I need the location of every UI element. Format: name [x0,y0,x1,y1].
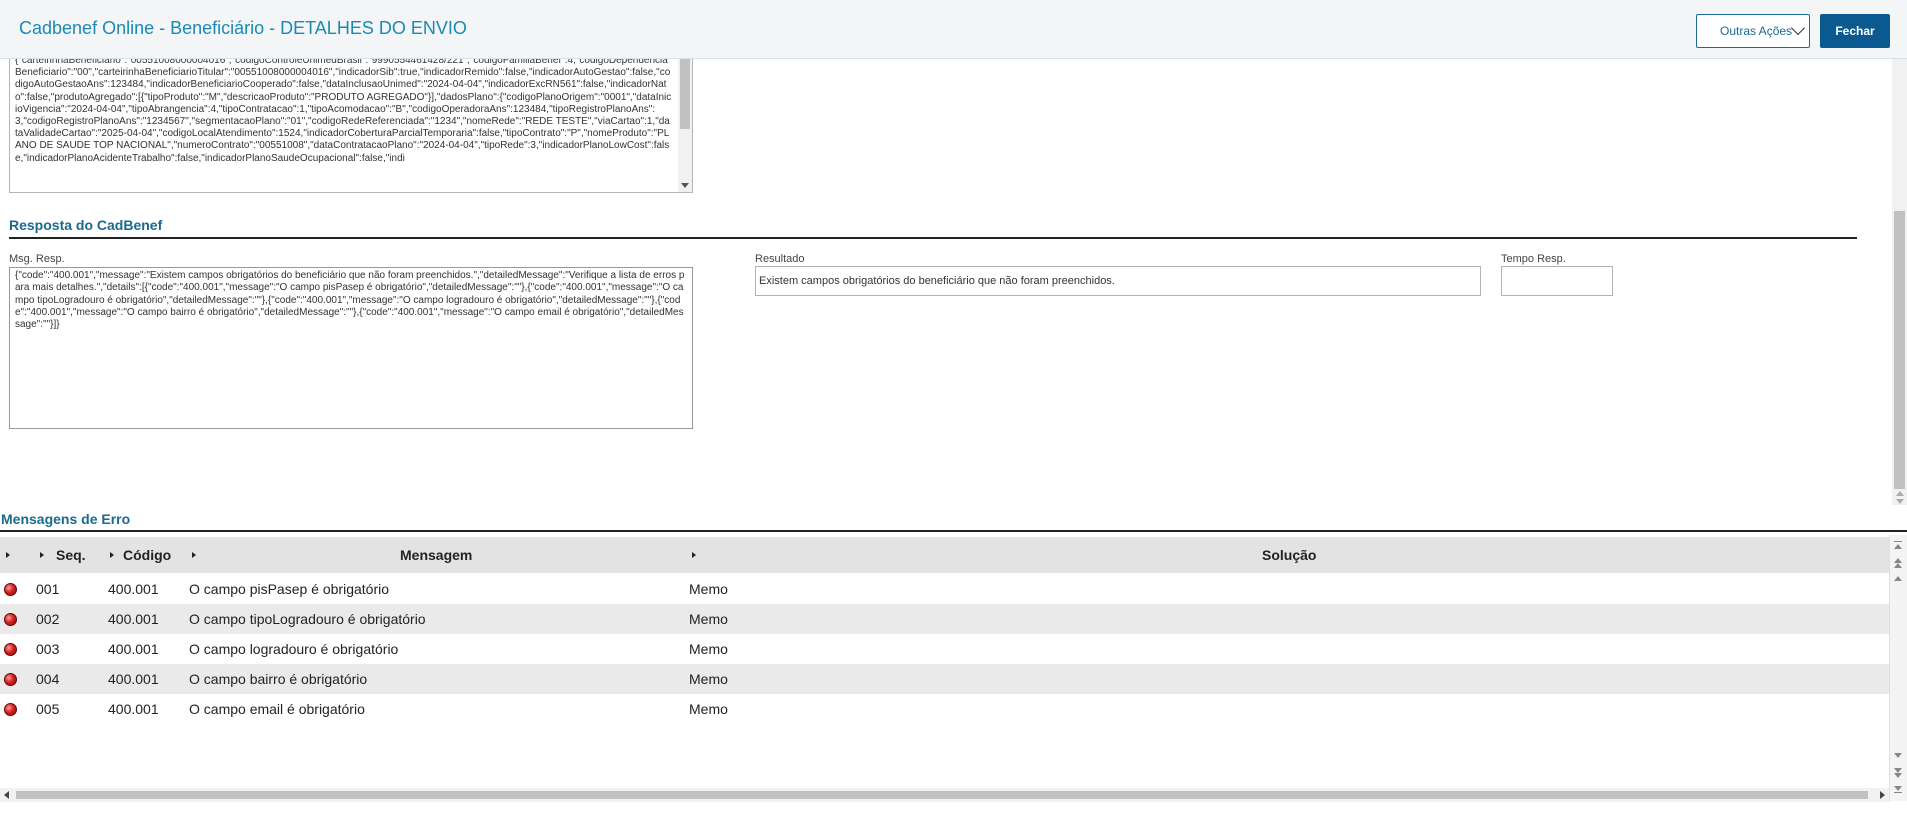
cell-mensagem: O campo pisPasep é obrigatório [189,581,389,597]
resposta-divider [9,237,1857,239]
cell-solucao: Memo [689,641,728,657]
error-status-icon [4,583,17,596]
cell-solucao: Memo [689,611,728,627]
resultado-label: Resultado [755,253,805,265]
request-textarea[interactable]: {"carteirinhaBeneficiario":"005510080000… [9,59,693,193]
table-row[interactable]: 001 400.001 O campo pisPasep é obrigatór… [0,574,1889,604]
header-bar: Cadbenef Online - Beneficiário - DETALHE… [0,0,1907,59]
cell-seq: 005 [36,701,60,717]
cell-mensagem: O campo email é obrigatório [189,701,365,717]
resultado-field[interactable]: Existem campos obrigatórios do beneficiá… [755,266,1481,296]
tempo-resp-field[interactable] [1501,266,1613,296]
horizontal-scrollbar-thumb[interactable] [16,791,1868,799]
scroll-down-icon[interactable] [1894,753,1902,758]
col-header-solucao[interactable]: Solução [1262,547,1316,563]
table-row[interactable]: 004 400.001 O campo bairro é obrigatório… [0,664,1889,694]
fechar-button[interactable]: Fechar [1820,14,1890,48]
page-down-icon[interactable] [1894,773,1902,778]
cell-solucao: Memo [689,671,728,687]
scroll-bottom-icon[interactable] [1894,786,1902,791]
cell-mensagem: O campo logradouro é obrigatório [189,641,399,657]
erros-section-title: Mensagens de Erro [1,511,131,527]
scroll-up-icon[interactable] [1894,576,1902,581]
scroll-top-icon[interactable] [1894,541,1902,542]
erros-divider [0,530,1907,532]
outras-acoes-label: Outras Ações [1720,24,1793,38]
request-scrollbar[interactable] [678,59,692,192]
chevron-down-icon [1790,20,1806,36]
cell-mensagem: O campo bairro é obrigatório [189,671,368,687]
table-row[interactable]: 003 400.001 O campo logradouro é obrigat… [0,634,1889,664]
scroll-left-icon[interactable] [4,791,9,799]
cell-mensagem: O campo tipoLogradouro é obrigatório [189,611,426,627]
scroll-down-icon[interactable] [681,183,689,188]
cell-codigo: 400.001 [108,611,159,627]
msg-resp-label: Msg. Resp. [9,253,65,265]
grid-vertical-scrollbar[interactable] [1889,535,1907,801]
scroll-bottom-icon[interactable] [1894,792,1902,793]
cell-solucao: Memo [689,581,728,597]
page-title: Cadbenef Online - Beneficiário - DETALHE… [19,18,467,38]
erros-grid: Seq. Código Mensagem Solução 001 400.001… [0,537,1889,787]
tempo-resp-label: Tempo Resp. [1501,253,1566,265]
msg-resp-textarea[interactable]: {"code":"400.001","message":"Existem cam… [9,267,693,429]
sort-arrow-icon[interactable] [110,552,114,558]
column-marker-icon[interactable] [6,552,10,558]
sort-arrow-icon[interactable] [692,552,696,558]
sort-arrow-icon[interactable] [192,552,196,558]
error-status-icon [4,613,17,626]
table-row[interactable]: 005 400.001 O campo email é obrigatório … [0,694,1889,724]
col-header-mensagem[interactable]: Mensagem [400,547,472,563]
grid-header: Seq. Código Mensagem Solução [0,537,1889,573]
grid-horizontal-scrollbar[interactable] [0,788,1889,802]
main-scrollbar[interactable] [1892,59,1907,505]
scroll-down-icon[interactable] [1896,499,1904,504]
outras-acoes-button[interactable]: Outras Ações [1696,14,1810,48]
scroll-up-icon[interactable] [1896,491,1904,496]
sort-arrow-icon[interactable] [40,552,44,558]
scroll-right-icon[interactable] [1880,791,1885,799]
table-row[interactable]: 002 400.001 O campo tipoLogradouro é obr… [0,604,1889,634]
cell-seq: 004 [36,671,60,687]
cell-codigo: 400.001 [108,701,159,717]
cell-seq: 003 [36,641,60,657]
main-scrollbar-thumb[interactable] [1894,211,1905,489]
error-status-icon [4,703,17,716]
cell-solucao: Memo [689,701,728,717]
error-status-icon [4,643,17,656]
scroll-top-icon[interactable] [1894,544,1902,549]
request-scrollbar-thumb[interactable] [680,59,690,129]
cell-codigo: 400.001 [108,671,159,687]
cell-seq: 001 [36,581,60,597]
request-text: {"carteirinhaBeneficiario":"005510080000… [15,59,672,164]
col-header-codigo[interactable]: Código [123,547,171,563]
cell-codigo: 400.001 [108,581,159,597]
page-up-icon[interactable] [1894,563,1902,568]
cell-seq: 002 [36,611,60,627]
col-header-seq[interactable]: Seq. [56,547,86,563]
cell-codigo: 400.001 [108,641,159,657]
resposta-section-title: Resposta do CadBenef [9,217,163,233]
error-status-icon [4,673,17,686]
